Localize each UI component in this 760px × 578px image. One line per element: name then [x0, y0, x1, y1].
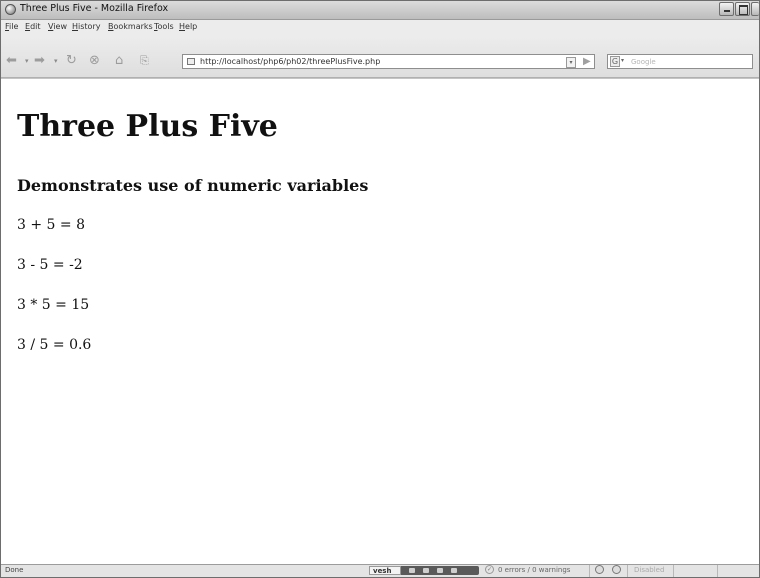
- menu-bar: File Edit View History Bookmarks Tools H…: [1, 20, 759, 36]
- window-title: Three Plus Five - Mozilla Firefox: [20, 3, 169, 14]
- page-content: Three Plus Five Demonstrates use of nume…: [1, 78, 759, 565]
- search-box[interactable]: G ▾ Google: [607, 54, 753, 69]
- url-history-dropdown[interactable]: ▾: [566, 57, 576, 68]
- webdev-segment: [437, 568, 443, 573]
- title-bar[interactable]: Three Plus Five - Mozilla Firefox: [1, 1, 759, 20]
- menu-view[interactable]: View: [48, 22, 67, 31]
- result-line: 3 / 5 = 0.6: [17, 337, 92, 353]
- webdev-label: vesh: [369, 566, 401, 575]
- home-icon[interactable]: ⌂: [115, 54, 123, 67]
- forward-dropdown-icon[interactable]: ▾: [54, 57, 58, 65]
- status-bar: Done vesh ✓ 0 errors / 0 warnings Disabl…: [1, 564, 759, 577]
- reload-icon[interactable]: ↻: [66, 54, 77, 67]
- search-engine-dropdown-icon[interactable]: ▾: [621, 57, 624, 64]
- search-placeholder[interactable]: Google: [631, 58, 656, 66]
- status-divider: [627, 565, 628, 577]
- page-title: Three Plus Five: [17, 109, 278, 144]
- status-divider: [717, 565, 718, 577]
- menu-help[interactable]: Help: [179, 22, 197, 31]
- menu-edit[interactable]: Edit: [25, 22, 41, 31]
- go-arrow-icon[interactable]: ▶: [583, 56, 591, 67]
- forward-arrow-icon[interactable]: ➡: [34, 54, 45, 67]
- search-engine-icon[interactable]: G: [610, 56, 620, 67]
- url-text[interactable]: http://localhost/php6/ph02/threePlusFive…: [200, 57, 380, 66]
- result-line: 3 + 5 = 8: [17, 217, 85, 233]
- maximize-button[interactable]: [735, 2, 750, 16]
- menu-bookmarks[interactable]: Bookmarks: [108, 22, 153, 31]
- status-divider: [673, 565, 674, 577]
- webdev-toolbar-indicator[interactable]: vesh: [369, 566, 479, 575]
- address-bar[interactable]: http://localhost/php6/ph02/threePlusFive…: [182, 54, 595, 69]
- status-text: Done: [5, 566, 24, 574]
- webdev-segment: [451, 568, 457, 573]
- window-controls: [718, 2, 759, 18]
- result-line: 3 * 5 = 15: [17, 297, 90, 313]
- minimize-button[interactable]: [719, 2, 734, 16]
- status-disabled-label: Disabled: [634, 566, 665, 574]
- status-divider: [589, 565, 590, 577]
- firefox-icon: [5, 4, 16, 15]
- menu-tools[interactable]: Tools: [154, 22, 174, 31]
- status-addon-icon[interactable]: [595, 565, 604, 574]
- menu-file[interactable]: File: [5, 22, 18, 31]
- result-line: 3 - 5 = -2: [17, 257, 83, 273]
- browser-window: Three Plus Five - Mozilla Firefox File E…: [0, 0, 760, 578]
- page-icon: [187, 58, 195, 65]
- validation-check-icon[interactable]: ✓: [485, 565, 494, 574]
- error-count[interactable]: 0 errors / 0 warnings: [498, 566, 570, 574]
- back-arrow-icon[interactable]: ⬅: [6, 54, 17, 67]
- bookmark-page-icon[interactable]: ⎘: [140, 54, 149, 67]
- page-subtitle: Demonstrates use of numeric variables: [17, 176, 369, 195]
- webdev-segment: [409, 568, 415, 573]
- webdev-segment: [423, 568, 429, 573]
- status-extension-icon[interactable]: [612, 565, 621, 574]
- stop-icon[interactable]: ⊗: [89, 54, 100, 67]
- back-dropdown-icon[interactable]: ▾: [25, 57, 29, 65]
- menu-history[interactable]: History: [72, 22, 100, 31]
- close-button[interactable]: [751, 2, 759, 16]
- navigation-toolbar: ⬅ ▾ ➡ ▾ ↻ ⊗ ⌂ ⎘ http://localhost/php6/ph…: [1, 37, 759, 78]
